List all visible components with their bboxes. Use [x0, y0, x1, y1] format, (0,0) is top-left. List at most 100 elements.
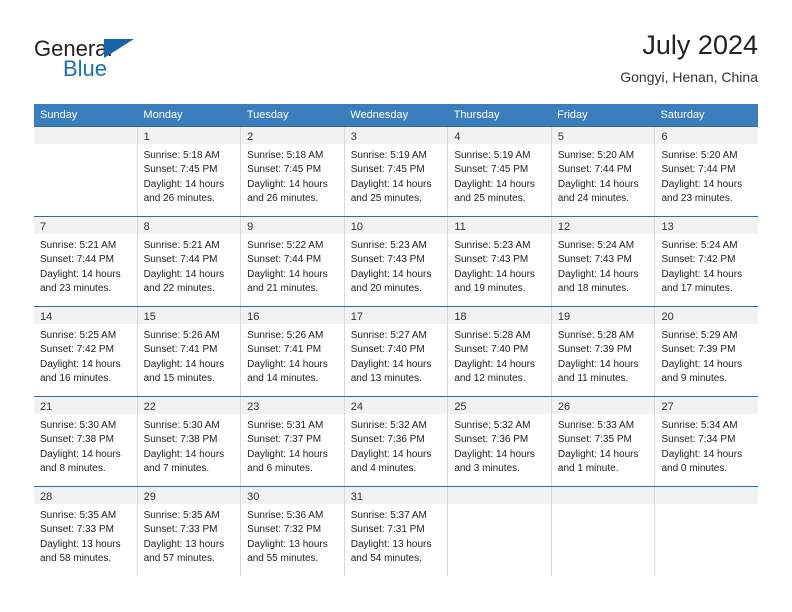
sunrise-text: Sunrise: 5:21 AM	[143, 240, 220, 251]
sunrise-text: Sunrise: 5:29 AM	[661, 330, 738, 341]
day-number: 2	[247, 131, 254, 143]
day-cell[interactable]: 1 Sunrise: 5:18 AM Sunset: 7:45 PM Daylight…	[137, 127, 242, 216]
day-cell[interactable]: 11 Sunrise: 5:23 AM Sunset: 7:43 PM Dayligh…	[448, 217, 552, 306]
day-number: 4	[454, 131, 461, 143]
sunset-text: Sunset: 7:33 PM	[40, 524, 114, 536]
day-cell[interactable]: 29 Sunrise: 5:35 AM Sunset: 7:33 PM Dayligh…	[137, 487, 242, 576]
weekday-header-wednesday: Wednesday	[350, 109, 409, 121]
sunset-text: Sunset: 7:35 PM	[557, 434, 632, 446]
weekday-header-monday: Monday	[143, 109, 183, 121]
daylight-text-2: and 24 minutes.	[557, 193, 630, 205]
day-cell[interactable]: 6 Sunrise: 5:20 AM Sunset: 7:44 PM Daylight…	[655, 127, 759, 216]
daylight-text-1: Daylight: 14 hours	[557, 448, 639, 460]
sunrise-text: Sunrise: 5:34 AM	[661, 420, 738, 431]
day-cell[interactable]	[655, 487, 759, 576]
day-number: 14	[40, 311, 53, 323]
day-number: 18	[454, 311, 467, 323]
day-cell[interactable]: 2 Sunrise: 5:18 AM Sunset: 7:45 PM Daylight…	[241, 127, 345, 216]
day-cell[interactable]: 15 Sunrise: 5:26 AM Sunset: 7:41 PM Dayligh…	[137, 307, 242, 396]
daylight-text-2: and 23 minutes.	[661, 193, 733, 205]
day-cell[interactable]: 18 Sunrise: 5:28 AM Sunset: 7:40 PM Dayligh…	[448, 307, 552, 396]
sunset-text: Sunset: 7:45 PM	[247, 164, 322, 176]
sunset-text: Sunset: 7:40 PM	[454, 344, 529, 356]
daylight-text-1: Daylight: 14 hours	[557, 268, 639, 280]
day-cell[interactable]: 27 Sunrise: 5:34 AM Sunset: 7:34 PM Dayligh…	[655, 397, 759, 486]
daylight-text-2: and 54 minutes.	[350, 553, 422, 565]
day-cell[interactable]: 19 Sunrise: 5:28 AM Sunset: 7:39 PM Dayligh…	[551, 307, 656, 396]
daylight-text-2: and 26 minutes.	[143, 193, 215, 205]
sunset-text: Sunset: 7:41 PM	[143, 344, 218, 356]
day-number: 15	[143, 311, 156, 323]
day-cell[interactable]: 9 Sunrise: 5:22 AM Sunset: 7:44 PM Daylight…	[241, 217, 345, 306]
day-cell[interactable]	[448, 487, 552, 576]
day-cell[interactable]: 3 Sunrise: 5:19 AM Sunset: 7:45 PM Daylight…	[344, 127, 449, 216]
day-cell[interactable]: 7 Sunrise: 5:21 AM Sunset: 7:44 PM Daylight…	[34, 217, 138, 306]
triangle-icon	[104, 39, 134, 58]
day-number: 24	[350, 401, 363, 413]
weekday-header-row: Sunday Monday Tuesday Wednesday Thursday…	[34, 104, 758, 126]
day-cell[interactable]: 30 Sunrise: 5:36 AM Sunset: 7:32 PM Dayligh…	[241, 487, 345, 576]
page-subtitle: Gongyi, Henan, China	[620, 69, 758, 85]
daylight-text-1: Daylight: 14 hours	[661, 268, 743, 280]
day-cell[interactable]	[34, 127, 138, 216]
sunrise-text: Sunrise: 5:21 AM	[40, 240, 117, 251]
daylight-text-2: and 11 minutes.	[557, 373, 629, 385]
day-cell[interactable]	[551, 487, 656, 576]
sunrise-text: Sunrise: 5:26 AM	[247, 330, 324, 341]
day-number: 28	[40, 491, 53, 503]
sunset-text: Sunset: 7:44 PM	[661, 164, 736, 176]
day-cell[interactable]: 4 Sunrise: 5:19 AM Sunset: 7:45 PM Daylight…	[448, 127, 552, 216]
day-cell[interactable]: 28 Sunrise: 5:35 AM Sunset: 7:33 PM Dayligh…	[34, 487, 138, 576]
day-cell[interactable]: 10 Sunrise: 5:23 AM Sunset: 7:43 PM Dayligh…	[344, 217, 449, 306]
daylight-text-1: Daylight: 14 hours	[40, 358, 121, 370]
daylight-text-1: Daylight: 14 hours	[454, 448, 535, 460]
sunset-text: Sunset: 7:31 PM	[350, 524, 425, 536]
sunset-text: Sunset: 7:44 PM	[143, 254, 218, 266]
daylight-text-1: Daylight: 14 hours	[247, 268, 328, 280]
sunrise-text: Sunrise: 5:24 AM	[661, 240, 738, 251]
sunrise-text: Sunrise: 5:31 AM	[247, 420, 324, 431]
calendar-grid: Sunday Monday Tuesday Wednesday Thursday…	[34, 104, 759, 576]
day-number: 31	[350, 491, 363, 503]
sunrise-text: Sunrise: 5:23 AM	[454, 240, 531, 251]
sunset-text: Sunset: 7:34 PM	[661, 434, 736, 446]
day-cell[interactable]: 14 Sunrise: 5:25 AM Sunset: 7:42 PM Dayligh…	[34, 307, 138, 396]
sunrise-text: Sunrise: 5:25 AM	[40, 330, 117, 341]
daylight-text-2: and 23 minutes.	[40, 283, 112, 295]
day-cell[interactable]: 16 Sunrise: 5:26 AM Sunset: 7:41 PM Dayligh…	[241, 307, 345, 396]
day-cell[interactable]: 5 Sunrise: 5:20 AM Sunset: 7:44 PM Daylight…	[551, 127, 656, 216]
week-row: 21 Sunrise: 5:30 AM Sunset: 7:38 PM Dayligh…	[34, 396, 759, 486]
day-cell[interactable]: 26 Sunrise: 5:33 AM Sunset: 7:35 PM Dayligh…	[551, 397, 656, 486]
sunset-text: Sunset: 7:39 PM	[661, 344, 736, 356]
day-number: 12	[557, 221, 571, 233]
day-cell[interactable]: 24 Sunrise: 5:32 AM Sunset: 7:36 PM Dayligh…	[344, 397, 449, 486]
day-cell[interactable]: 31 Sunrise: 5:37 AM Sunset: 7:31 PM Dayligh…	[344, 487, 449, 576]
sunrise-text: Sunrise: 5:30 AM	[40, 420, 117, 431]
daylight-text-1: Daylight: 14 hours	[247, 448, 328, 460]
weekday-header-sunday: Sunday	[40, 109, 78, 121]
sunset-text: Sunset: 7:43 PM	[454, 254, 529, 266]
day-cell[interactable]: 8 Sunrise: 5:21 AM Sunset: 7:44 PM Daylight…	[137, 217, 242, 306]
sunrise-text: Sunrise: 5:20 AM	[661, 150, 738, 161]
day-cell[interactable]: 17 Sunrise: 5:27 AM Sunset: 7:40 PM Dayligh…	[344, 307, 449, 396]
day-cell[interactable]: 22 Sunrise: 5:30 AM Sunset: 7:38 PM Dayligh…	[137, 397, 242, 486]
daylight-text-1: Daylight: 14 hours	[247, 358, 328, 370]
sunrise-text: Sunrise: 5:20 AM	[557, 150, 635, 161]
daylight-text-1: Daylight: 14 hours	[661, 178, 743, 190]
day-cell[interactable]: 21 Sunrise: 5:30 AM Sunset: 7:38 PM Dayligh…	[34, 397, 138, 486]
daylight-text-2: and 13 minutes.	[350, 373, 422, 385]
daylight-text-2: and 6 minutes.	[247, 463, 313, 475]
general-blue-logo[interactable]: General Blue	[34, 36, 234, 92]
day-cell[interactable]: 13 Sunrise: 5:24 AM Sunset: 7:42 PM Dayligh…	[655, 217, 759, 306]
day-number: 26	[557, 401, 571, 413]
sunrise-text: Sunrise: 5:22 AM	[247, 240, 324, 251]
day-cell[interactable]: 12 Sunrise: 5:24 AM Sunset: 7:43 PM Dayligh…	[551, 217, 656, 306]
sunrise-text: Sunrise: 5:35 AM	[143, 510, 220, 521]
sunset-text: Sunset: 7:40 PM	[350, 344, 425, 356]
day-cell[interactable]: 23 Sunrise: 5:31 AM Sunset: 7:37 PM Dayligh…	[241, 397, 345, 486]
daylight-text-1: Daylight: 14 hours	[661, 448, 743, 460]
day-cell[interactable]: 25 Sunrise: 5:32 AM Sunset: 7:36 PM Dayligh…	[448, 397, 552, 486]
sunset-text: Sunset: 7:43 PM	[350, 254, 425, 266]
daylight-text-2: and 19 minutes.	[454, 283, 526, 295]
day-cell[interactable]: 20 Sunrise: 5:29 AM Sunset: 7:39 PM Dayligh…	[655, 307, 759, 396]
